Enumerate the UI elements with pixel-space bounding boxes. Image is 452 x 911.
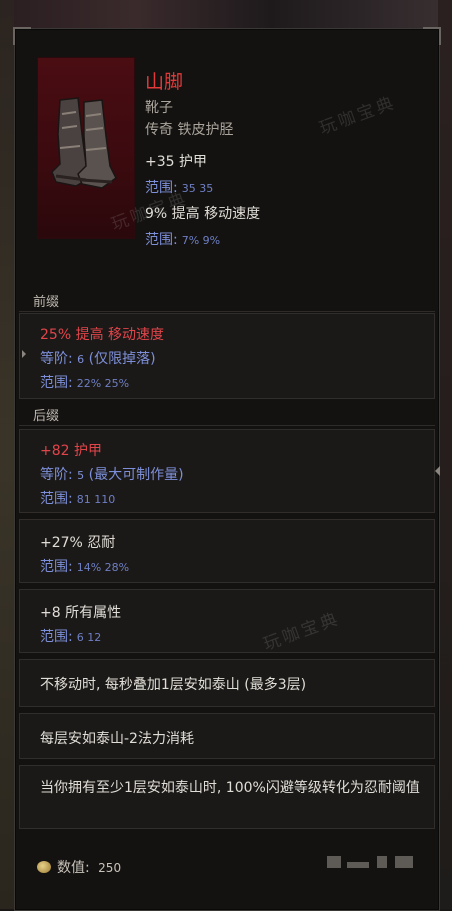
- range-values: 7% 9%: [181, 234, 221, 247]
- affix-stat: 当你拥有至少1层安如泰山时, 100%闪避等级转化为忍耐阈值: [40, 780, 420, 796]
- affix-range: 范围: 81 110: [40, 488, 115, 508]
- range-label: 范围:: [40, 491, 73, 507]
- divider: [19, 425, 435, 426]
- affix-range: 范围: 22% 25%: [40, 372, 129, 392]
- unique-affix: 不移动时, 每秒叠加1层安如泰山 (最多3层): [19, 659, 435, 707]
- prefix-affix: 25% 提高 移动速度 等阶: 6 (仅限掉落) 范围: 22% 25%: [19, 313, 435, 399]
- range-values: 22% 25%: [76, 377, 130, 390]
- suffix-label: 后缀: [33, 409, 60, 424]
- item-tooltip-panel: 山脚 靴子 传奇 铁皮护胫 +35 护甲 范围: 35 35 9% 提高 移动速度…: [13, 27, 441, 911]
- range-label: 范围:: [40, 375, 73, 391]
- tier-label: 等阶:: [40, 467, 73, 483]
- coin-icon: [37, 861, 51, 873]
- unique-affix: +8 所有属性 范围: 6 12: [19, 589, 435, 653]
- tier-value: 6: [77, 353, 85, 366]
- watermark: 玩咖宝典: [316, 92, 399, 139]
- affix-stat: +8 所有属性: [40, 605, 122, 621]
- item-value: 数值: 250: [37, 857, 121, 877]
- affix-stat: 25% 提高 移动速度: [40, 327, 165, 343]
- tier-label: 等阶:: [40, 351, 73, 367]
- arrow-right-icon: [22, 350, 26, 358]
- affix-stat: 不移动时, 每秒叠加1层安如泰山 (最多3层): [40, 677, 307, 693]
- unique-affix: 每层安如泰山-2法力消耗: [19, 713, 435, 759]
- background-left: [0, 0, 14, 909]
- affix-stat: 每层安如泰山-2法力消耗: [40, 731, 194, 747]
- prefix-label: 前缀: [33, 295, 60, 310]
- suffix-affix: +82 护甲 等阶: 5 (最大可制作量) 范围: 81 110: [19, 429, 440, 513]
- item-type: 靴子: [145, 100, 173, 116]
- range-values: 81 110: [76, 493, 116, 506]
- affix-range: 范围: 6 12: [40, 626, 101, 646]
- range-values: 6 12: [76, 631, 102, 644]
- background-right: [438, 0, 452, 909]
- tier-note: (仅限掉落): [88, 351, 156, 367]
- affix-stat: +27% 忍耐: [40, 535, 116, 551]
- range-values: 35 35: [181, 182, 214, 195]
- unique-affix: 当你拥有至少1层安如泰山时, 100%闪避等级转化为忍耐阈值: [19, 765, 435, 829]
- tier-note: (最大可制作量): [88, 467, 184, 483]
- affix-tier: 等阶: 5 (最大可制作量): [40, 464, 184, 484]
- redacted: [327, 856, 341, 868]
- value-amount: 250: [98, 861, 122, 875]
- unique-affix: +27% 忍耐 范围: 14% 28%: [19, 519, 435, 583]
- item-rarity-base: 传奇 铁皮护胫: [145, 122, 234, 138]
- corner-ornament: [423, 27, 441, 45]
- implicit-range: 范围: 7% 9%: [145, 229, 220, 249]
- redacted: [377, 856, 387, 868]
- corner-ornament: [13, 27, 31, 45]
- range-label: 范围:: [145, 232, 178, 248]
- redacted: [347, 862, 369, 868]
- range-label: 范围:: [40, 559, 73, 575]
- redacted: [395, 856, 413, 868]
- value-label: 数值:: [57, 860, 90, 876]
- range-values: 14% 28%: [76, 561, 130, 574]
- item-name: 山脚: [145, 71, 184, 93]
- arrow-left-icon: [435, 466, 440, 476]
- affix-stat: +82 护甲: [40, 443, 102, 459]
- boots-icon: [51, 97, 117, 189]
- tier-value: 5: [77, 469, 85, 482]
- affix-range: 范围: 14% 28%: [40, 556, 129, 576]
- implicit-stat: +35 护甲: [145, 154, 207, 170]
- background-top: [0, 0, 452, 30]
- affix-tier: 等阶: 6 (仅限掉落): [40, 348, 156, 368]
- range-label: 范围:: [40, 629, 73, 645]
- divider: [19, 311, 435, 312]
